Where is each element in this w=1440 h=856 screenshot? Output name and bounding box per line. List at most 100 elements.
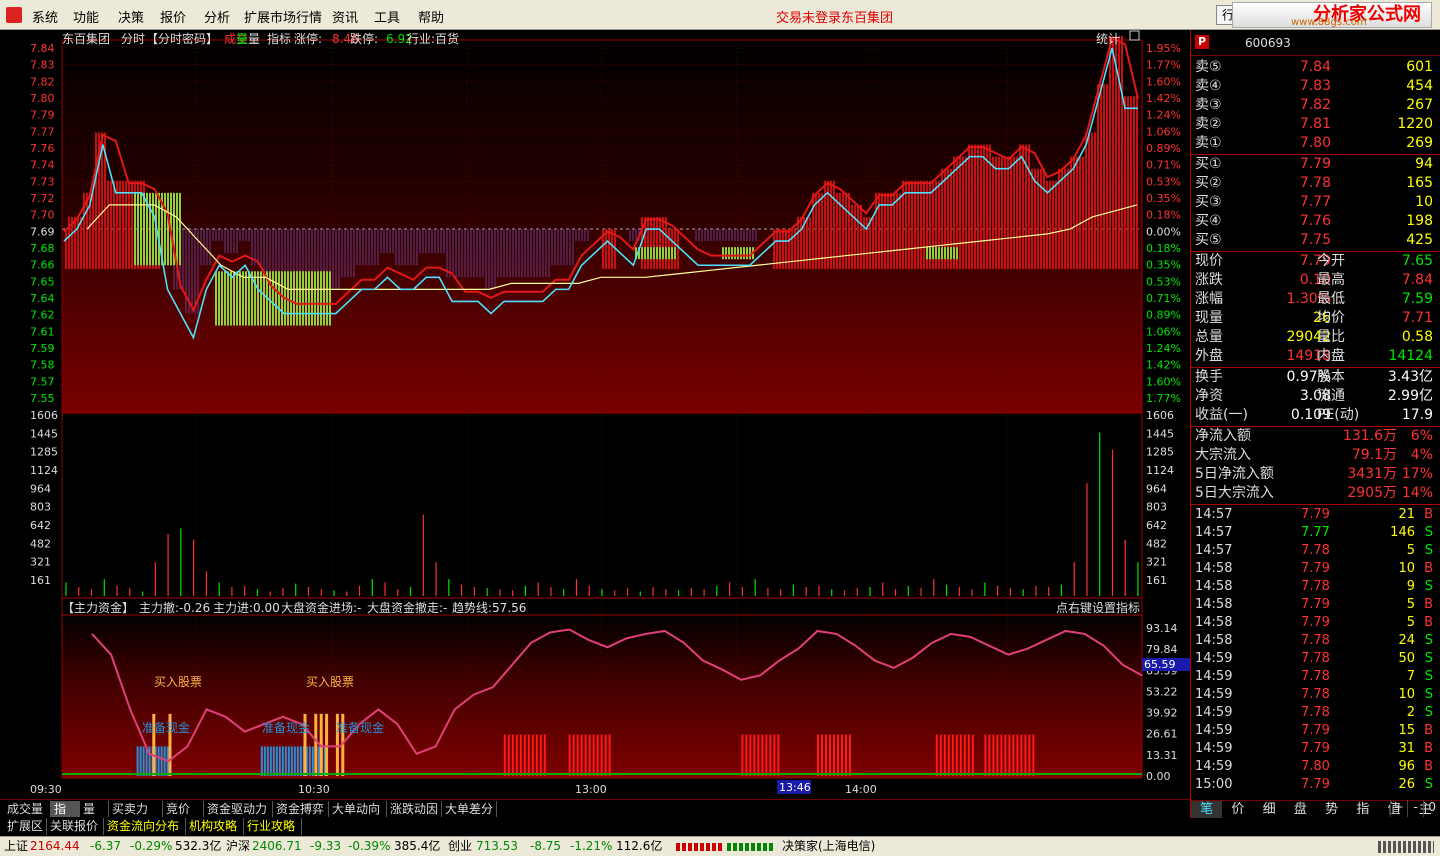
tab-2[interactable]: 资金流向分布 xyxy=(104,818,186,835)
menu-decision[interactable]: 决策 xyxy=(118,7,144,26)
tick-volume: 2 xyxy=(1406,705,1415,720)
indicator-link[interactable]: 指标 xyxy=(267,31,291,46)
sz-amount: 385.4亿 xyxy=(394,839,441,853)
tick-row: 14:59 7.78 50 S xyxy=(1191,650,1440,668)
zoom-in-button[interactable]: + xyxy=(1390,800,1407,817)
time-tick-label: 13:00 xyxy=(575,783,607,796)
tab-3[interactable]: 机构攻略 xyxy=(186,818,244,835)
price-tick-label: 7.74 xyxy=(30,159,55,172)
menu-system[interactable]: 系统 xyxy=(32,7,58,26)
stat-label-2: 最低 xyxy=(1317,291,1345,307)
flow-pct: 6% xyxy=(1410,428,1433,444)
vol-tick-left: 964 xyxy=(30,482,51,495)
tick-row: 14:59 7.79 15 B xyxy=(1191,722,1440,740)
quote-tab-0[interactable]: 笔 xyxy=(1191,801,1223,818)
chart-mode[interactable]: 分时 xyxy=(121,32,145,46)
quote-tab-2[interactable]: 细 xyxy=(1254,801,1285,818)
quote-tab-4[interactable]: 势 xyxy=(1316,801,1347,818)
tick-price: 7.78 xyxy=(1301,651,1330,666)
pct-tick-label: 1.06% xyxy=(1146,125,1181,138)
tick-volume: 5 xyxy=(1406,543,1415,558)
quote-tab-1[interactable]: 价 xyxy=(1222,801,1253,818)
ind-title[interactable]: 【主力资金】 xyxy=(62,600,134,615)
tick-side: B xyxy=(1424,723,1433,738)
ind-tick-label: 93.14 xyxy=(1146,622,1178,635)
tab-8[interactable]: 涨跌动因 xyxy=(387,801,442,818)
stats-button[interactable]: 统计 xyxy=(1096,32,1120,46)
chart-area[interactable]: 7.84 7.83 7.82 7.80 7.79 7.77 7.76 7.74 7.73 7.72… xyxy=(0,30,1190,800)
menu-analysis[interactable]: 分析 xyxy=(204,7,230,26)
sh-pct: -0.29% xyxy=(130,839,173,853)
price-tick-label: 7.68 xyxy=(30,242,55,255)
buy-price: 7.75 xyxy=(1299,232,1331,248)
ind-tick-label: 0.00 xyxy=(1146,770,1171,783)
quote-tab-5[interactable]: 指 xyxy=(1347,801,1378,818)
tab-0[interactable]: 成交量 xyxy=(4,801,51,818)
tab-1[interactable]: 关联报价 xyxy=(47,818,104,835)
tick-row: 14:57 7.79 21 B xyxy=(1191,506,1440,524)
sell-volume: 267 xyxy=(1406,97,1433,113)
tab-0[interactable]: 扩展区 xyxy=(4,818,47,835)
tick-volume: 31 xyxy=(1398,741,1415,756)
ind-main-in: 主力进:0.00 xyxy=(213,601,280,615)
menu-news[interactable]: 资讯 xyxy=(332,7,358,26)
stats-row: 外盘 14918 内盘 14124 xyxy=(1191,347,1440,366)
quote-panel: P 600693 卖⑤ 7.84 601 卖④ 7.83 454 卖③ 7.82 267 卖② 7.… xyxy=(1190,30,1440,818)
menu-ext-market[interactable]: 扩展市场行情 xyxy=(244,7,322,26)
chart-password[interactable]: 【分时密码】 xyxy=(146,31,218,46)
menu-tools[interactable]: 工具 xyxy=(374,7,400,26)
pct-tick-label: 1.24% xyxy=(1146,342,1181,355)
pct-tick-label: 1.24% xyxy=(1146,109,1181,122)
pct-tick-label: 0.71% xyxy=(1146,159,1181,172)
tab-9[interactable]: 大单差分 xyxy=(442,801,497,818)
tab-4[interactable]: 行业攻略 xyxy=(244,818,302,835)
vol-label-2: 量 xyxy=(236,32,248,46)
tab-6[interactable]: 资金搏弈 xyxy=(273,801,329,818)
sell-volume: 269 xyxy=(1406,135,1433,151)
stats-row: 涨跌 0.10 最高 7.84 xyxy=(1191,271,1440,290)
tick-time: 14:58 xyxy=(1195,597,1233,612)
vol-tick-left: 161 xyxy=(30,574,51,587)
limit-down-label: 跌停: xyxy=(350,31,378,46)
pct-tick-label: 0.18% xyxy=(1146,242,1181,255)
tab-5[interactable]: 资金驱动力 xyxy=(204,801,273,818)
menu-quote[interactable]: 报价 xyxy=(160,7,186,26)
pct-tick-label: 0.18% xyxy=(1146,209,1181,222)
tick-row: 14:58 7.79 10 B xyxy=(1191,560,1440,578)
pct-tick-label: 0.71% xyxy=(1146,292,1181,305)
tick-side: B xyxy=(1424,615,1433,630)
app-connection: 决策家(上海电信) xyxy=(782,839,876,853)
vol-tick-right: 1124 xyxy=(1146,464,1174,477)
tab-1[interactable]: 指标 xyxy=(51,801,80,832)
stats-row: 现价 7.79 今开 7.65 xyxy=(1191,252,1440,271)
quote-tab-3[interactable]: 盘 xyxy=(1285,801,1316,818)
sz-change: -9.33 xyxy=(310,839,342,853)
fund-row: 收益(一) 0.109 PE(动) 17.9 xyxy=(1191,406,1440,425)
zoom-reset-button[interactable]: 0 xyxy=(1423,800,1440,817)
zoom-out-button[interactable]: - xyxy=(1406,800,1424,817)
tick-price: 7.78 xyxy=(1301,633,1330,648)
tab-4[interactable]: 竞价图 xyxy=(163,801,204,832)
tick-time: 14:58 xyxy=(1195,561,1233,576)
p-icon[interactable]: P xyxy=(1195,35,1209,49)
price-tick-label: 7.76 xyxy=(30,142,55,155)
tab-7[interactable]: 大单动向 xyxy=(329,801,387,818)
tab-3[interactable]: 买卖力道 xyxy=(109,801,163,832)
buy-row: 买③ 7.77 10 xyxy=(1191,193,1440,212)
vol-tick-right: 482 xyxy=(1146,537,1167,550)
tick-price: 7.79 xyxy=(1301,741,1330,756)
flow-label: 5日净流入额 xyxy=(1195,466,1274,482)
tick-volume: 7 xyxy=(1406,669,1415,684)
tab-2[interactable]: 量比 xyxy=(80,801,109,832)
tick-side: S xyxy=(1424,579,1433,594)
pct-tick-label: 1.42% xyxy=(1146,92,1181,105)
pct-tick-label: 1.60% xyxy=(1146,75,1181,88)
tick-volume: 26 xyxy=(1398,777,1415,792)
price-tick-label: 7.83 xyxy=(30,59,55,72)
tick-volume: 15 xyxy=(1398,723,1415,738)
menu-function[interactable]: 功能 xyxy=(73,7,99,26)
menu-help[interactable]: 帮助 xyxy=(418,7,444,26)
flow-row: 5日净流入额 3431万 17% xyxy=(1191,465,1440,484)
tick-side: B xyxy=(1424,759,1433,774)
ind-right-hint[interactable]: 点右键设置指标 xyxy=(1056,600,1140,615)
